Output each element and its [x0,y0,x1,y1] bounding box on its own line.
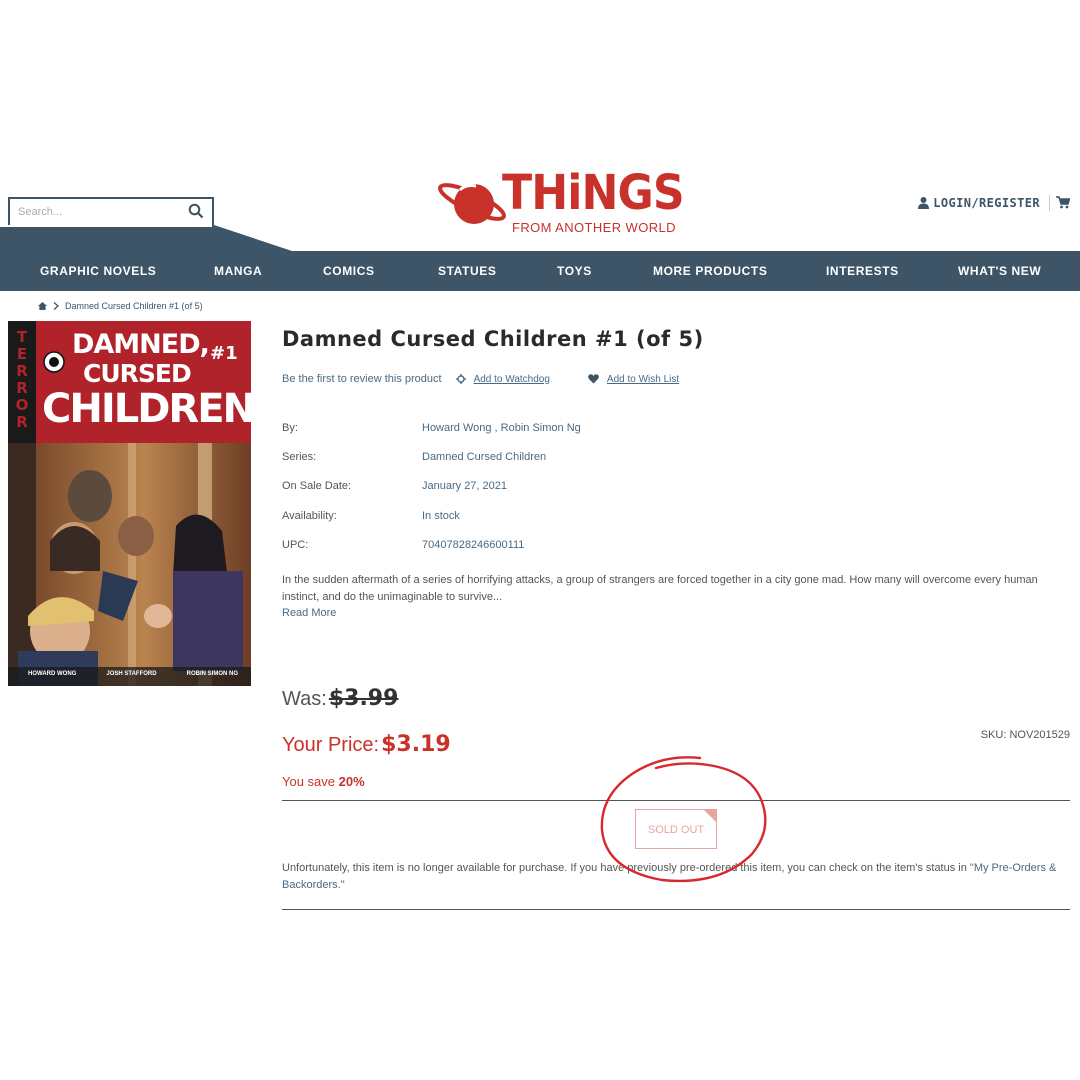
on-sale-date-value: January 27, 2021 [422,480,508,492]
red-circle-annotation [600,756,767,883]
cart-icon[interactable] [1056,196,1070,209]
cover-title-line2: CURSED [83,359,192,388]
header-divider [1049,195,1050,211]
add-to-wishlist-link[interactable]: Add to Wish List [607,374,679,385]
login-register-label: LOGIN/REGISTER [933,196,1040,210]
your-price-row: Your Price: $3.19 [282,732,451,757]
breadcrumb-current: Damned Cursed Children #1 (of 5) [65,301,203,311]
was-label: Was: [282,688,327,710]
cover-terror-label: TERROR [15,328,29,431]
nav-interests[interactable]: INTERESTS [826,264,899,278]
site-logo[interactable]: THiNGS FROM ANOTHER WORLD [436,165,685,240]
detail-label: On Sale Date: [282,480,352,492]
site-header: THiNGS FROM ANOTHER WORLD LOGIN/REGISTER [0,160,1080,252]
was-price-row: Was: $3.99 [282,686,398,711]
nav-graphic-novels[interactable]: GRAPHIC NOVELS [40,264,156,278]
nav-comics[interactable]: COMICS [323,264,375,278]
cover-credit: ROBIN SIMON NG [186,671,238,677]
availability-value: In stock [422,510,460,522]
product-cover-image[interactable]: TERROR DAMNED, #1 CURSED CHILDREN HOWARD… [8,321,251,686]
planet-logo-icon [438,183,506,224]
cover-title-line1: DAMNED, [72,329,210,360]
publisher-emblem-icon [43,351,65,373]
add-to-watchdog-link[interactable]: Add to Watchdog [474,374,550,385]
product-description: In the sudden aftermath of a series of h… [282,574,1038,603]
series-link[interactable]: Damned Cursed Children [422,451,546,463]
creators-link[interactable]: Howard Wong , Robin Simon Ng [422,422,581,434]
review-actions: Be the first to review this product Add … [282,373,679,385]
sku: SKU: NOV201529 [980,729,1070,741]
cover-credit: HOWARD WONG [28,671,77,677]
home-icon[interactable] [38,302,47,310]
chevron-right-icon [53,302,59,310]
was-price: $3.99 [328,686,399,711]
nav-manga[interactable]: MANGA [214,264,262,278]
cover-issue-number: #1 [210,343,238,364]
upc-value: 70407828246600111 [422,539,525,551]
main-nav: GRAPHIC NOVELS MANGA COMICS STATUES TOYS… [0,251,1080,291]
review-link[interactable]: Be the first to review this product [282,373,442,385]
logo-title: THiNGS [502,165,685,221]
nav-toys[interactable]: TOYS [557,264,592,278]
detail-label: By: [282,422,298,434]
save-percent: 20% [338,774,365,789]
cover-title-line3: CHILDREN [42,386,251,432]
header-tab-shape [0,225,295,252]
logo-subtitle: FROM ANOTHER WORLD [512,220,676,235]
heart-icon [588,374,599,384]
savings-text: You save 20% [282,774,365,789]
cover-credit: JOSH STAFFORD [106,671,157,677]
nav-whats-new[interactable]: WHAT'S NEW [958,264,1041,278]
product-title: Damned Cursed Children #1 (of 5) [282,327,704,351]
login-register-link[interactable]: LOGIN/REGISTER [918,196,1040,210]
your-price: $3.19 [381,732,451,757]
watchdog-icon [455,374,466,384]
detail-label: UPC: [282,539,309,551]
detail-label: Series: [282,451,317,463]
your-price-label: Your Price: [282,734,380,756]
nav-more-products[interactable]: MORE PRODUCTS [653,264,767,278]
breadcrumb: Damned Cursed Children #1 (of 5) [38,301,203,311]
read-more-link[interactable]: Read More [282,607,336,619]
detail-label: Availability: [282,510,337,522]
search-icon[interactable] [188,203,204,219]
save-label: You save [282,774,336,789]
search-input[interactable] [10,199,180,225]
nav-statues[interactable]: STATUES [438,264,496,278]
search-box [8,197,214,227]
divider-bottom [282,909,1070,910]
user-icon [918,197,930,209]
cover-credits: HOWARD WONG JOSH STAFFORD ROBIN SIMON NG [28,671,238,677]
